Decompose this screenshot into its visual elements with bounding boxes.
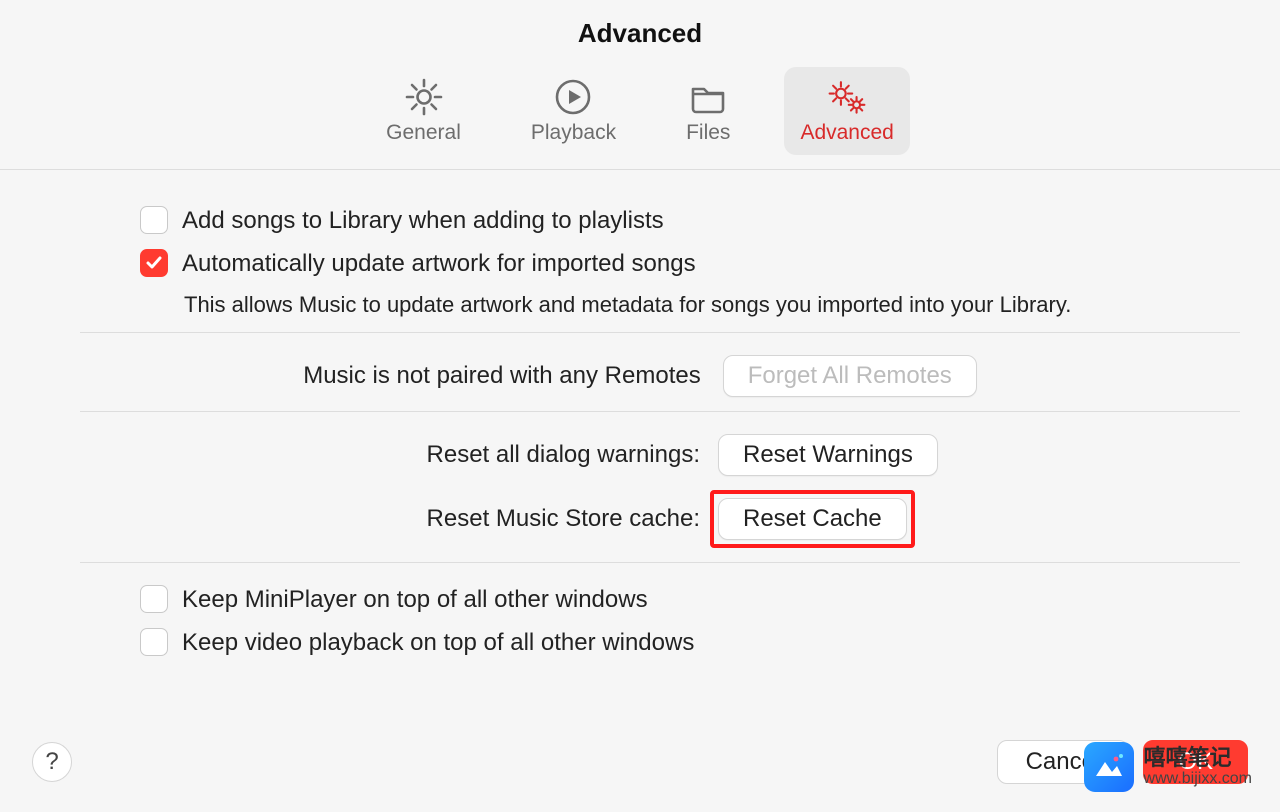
option-label: Keep video playback on top of all other … [182,629,694,657]
tab-files[interactable]: Files [670,67,746,155]
reset-warnings-row: Reset all dialog warnings: Reset Warning… [140,434,1240,476]
cancel-button[interactable]: Cancel [997,740,1130,784]
checkbox-keep-miniplayer[interactable] [140,585,168,613]
preferences-toolbar: General Playback Files [0,67,1280,170]
reset-warnings-button[interactable]: Reset Warnings [718,434,938,476]
gears-icon [827,77,867,117]
checkbox-auto-artwork[interactable] [140,249,168,277]
divider [80,411,1240,412]
forget-remotes-button: Forget All Remotes [723,355,977,397]
option-label: Automatically update artwork for importe… [182,250,696,278]
option-description: This allows Music to update artwork and … [184,292,1240,318]
preferences-window: Advanced General [0,0,1280,812]
remotes-status: Music is not paired with any Remotes [303,362,701,390]
divider [80,562,1240,563]
ok-button[interactable]: OK [1143,740,1248,784]
help-button[interactable]: ? [32,742,72,782]
footer-bar: ? Cancel OK [0,722,1280,812]
tab-general[interactable]: General [370,67,477,155]
remotes-row: Music is not paired with any Remotes For… [40,355,1240,397]
window-title: Advanced [0,0,1280,49]
option-label: Add songs to Library when adding to play… [182,207,664,235]
option-auto-artwork: Automatically update artwork for importe… [140,249,1240,278]
gear-icon [404,77,444,117]
tab-label: General [386,121,461,145]
reset-cache-button[interactable]: Reset Cache [718,498,907,540]
tab-label: Playback [531,121,616,145]
checkbox-keep-video[interactable] [140,628,168,656]
tab-label: Files [686,121,730,145]
tab-advanced[interactable]: Advanced [784,67,909,155]
tab-label: Advanced [800,121,893,145]
option-keep-video: Keep video playback on top of all other … [140,628,1240,657]
option-label: Keep MiniPlayer on top of all other wind… [182,586,648,614]
highlight-annotation: Reset Cache [710,490,915,548]
divider [80,332,1240,333]
preferences-content: Add songs to Library when adding to play… [0,170,1280,657]
folder-icon [688,77,728,117]
reset-cache-label: Reset Music Store cache: [140,505,700,533]
reset-warnings-label: Reset all dialog warnings: [140,441,700,469]
option-add-songs: Add songs to Library when adding to play… [140,206,1240,235]
option-keep-miniplayer: Keep MiniPlayer on top of all other wind… [140,585,1240,614]
play-circle-icon [553,77,593,117]
tab-playback[interactable]: Playback [515,67,632,155]
checkbox-add-songs[interactable] [140,206,168,234]
reset-cache-row: Reset Music Store cache: Reset Cache [140,498,1240,540]
